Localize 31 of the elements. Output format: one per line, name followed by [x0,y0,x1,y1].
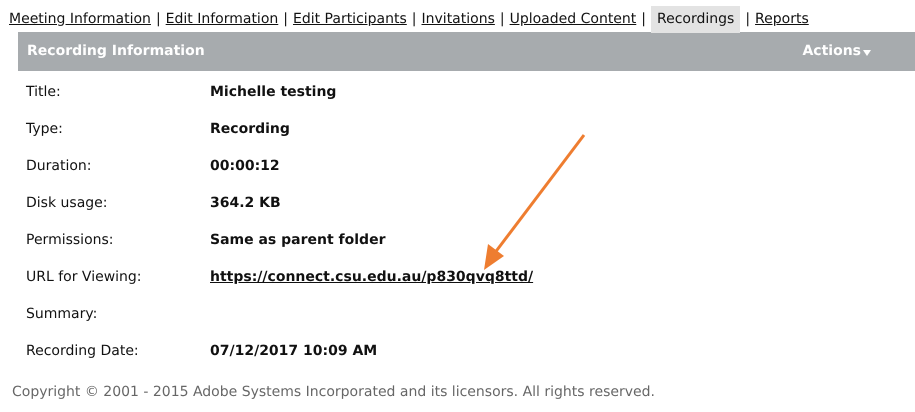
field-label: Type: [25,120,64,139]
copyright-text: Copyright © 2001 - 2015 Adobe Systems Incorporated and its licensors. All rights reserved. [11,383,656,402]
field-label: Disk usage: [25,194,108,213]
tab[interactable]: Recordings [651,6,740,32]
field-value: 07/12/2017 10:09 AM [210,342,378,361]
field-label: Summary: [25,305,98,324]
tab-separator: | [500,10,505,28]
tab-separator: | [412,10,417,28]
tab[interactable]: Invitations [422,8,495,30]
field-value: 00:00:12 [210,157,280,176]
tab[interactable]: Meeting Information [9,8,151,30]
field-label: Recording Date: [25,342,140,361]
field-label: Title: [25,83,62,102]
field-label: Permissions: [25,231,115,250]
tab[interactable]: Edit Participants [292,8,407,30]
tab-separator: | [283,10,288,28]
field-label: Duration: [25,157,93,176]
field-value: 364.2 KB [210,194,281,213]
field-label: URL for Viewing: [25,268,143,287]
tab[interactable]: Reports [755,8,809,30]
tab[interactable]: Edit Information [166,8,278,30]
url-link[interactable]: https://connect.csu.edu.au/p830qvq8ttd/ [210,267,534,288]
tab-separator: | [745,10,750,28]
tab-separator: | [641,10,646,28]
tab[interactable]: Uploaded Content [510,8,636,30]
panel-title: Recording Information [27,42,205,61]
tab-separator: | [156,10,161,28]
caret-icon [863,50,871,56]
field-value: Recording [210,120,290,139]
field-value: Same as parent folder [210,231,386,250]
field-value: Michelle testing [210,83,336,102]
